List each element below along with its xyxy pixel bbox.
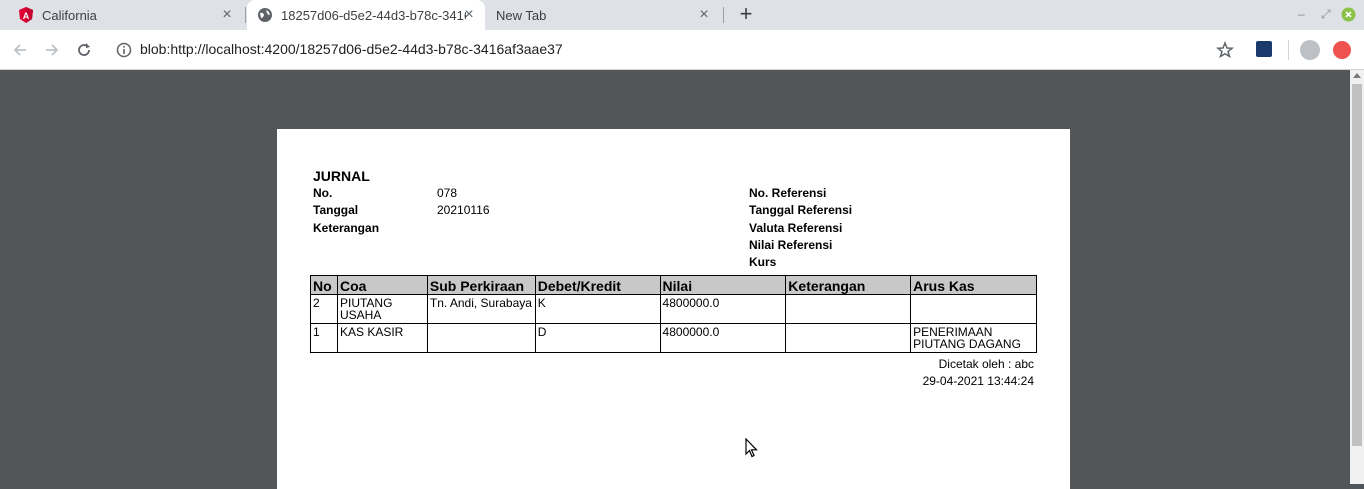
field-label-kurs: Kurs	[749, 255, 777, 269]
browser-chrome: A California × 18257d06-d5e2-44d3-b78c-3…	[0, 0, 1364, 70]
table-cell	[910, 294, 1037, 324]
globe-icon	[257, 7, 273, 23]
extension-record-icon[interactable]	[1333, 41, 1351, 59]
field-value-tanggal: 20210116	[437, 203, 490, 217]
tab-title: New Tab	[496, 7, 547, 23]
journal-table: No Coa Sub Perkiraan Debet/Kredit Nilai …	[310, 275, 1037, 353]
field-label-tanggal-referensi: Tanggal Referensi	[749, 203, 853, 217]
column-header: Coa	[336, 275, 428, 295]
minimize-icon[interactable]: –	[1298, 7, 1305, 23]
profile-avatar-icon[interactable]	[1300, 40, 1320, 60]
column-header: Nilai	[659, 275, 787, 295]
field-label-tanggal: Tanggal	[313, 203, 359, 217]
toolbar-divider	[1288, 40, 1289, 60]
restore-icon[interactable]: ⤢	[1321, 7, 1331, 23]
column-header: Sub Perkiraan	[426, 275, 536, 295]
new-tab-icon[interactable]: +	[735, 3, 757, 26]
document-page: JURNAL No. 078 Tanggal 20210116 Keterang…	[277, 129, 1070, 489]
tab-title: 18257d06-d5e2-44d3-b78c-3416af3aae37	[281, 7, 466, 23]
table-cell: 1	[310, 323, 338, 353]
tab-new-tab[interactable]: New Tab ×	[486, 0, 722, 30]
close-window-icon[interactable]	[1341, 7, 1356, 23]
angular-icon: A	[18, 7, 34, 23]
tab-california[interactable]: A California ×	[0, 0, 245, 30]
close-tab-icon[interactable]: ×	[696, 7, 712, 23]
column-header: Arus Kas	[910, 275, 1037, 295]
tab-title: California	[42, 7, 97, 23]
vertical-scrollbar[interactable]	[1350, 70, 1364, 484]
printed-by: Dicetak oleh : abc	[938, 357, 1034, 371]
document-title: JURNAL	[313, 168, 370, 184]
close-tab-icon[interactable]: ×	[461, 7, 477, 23]
table-cell: 2	[310, 294, 338, 324]
info-icon[interactable]	[116, 42, 132, 58]
table-cell: 4800000.0	[659, 323, 787, 353]
bookmark-star-icon[interactable]	[1215, 40, 1235, 60]
table-cell: Tn. Andi, Surabaya	[426, 294, 536, 324]
table-cell	[426, 323, 536, 353]
table-cell: K	[534, 294, 661, 324]
field-label-valuta-referensi: Valuta Referensi	[749, 221, 843, 235]
close-tab-icon[interactable]: ×	[219, 7, 235, 23]
column-header: Debet/Kredit	[534, 275, 661, 295]
table-cell: PIUTANG USAHA	[336, 294, 428, 324]
tab-strip: A California × 18257d06-d5e2-44d3-b78c-3…	[0, 0, 1364, 30]
tab-separator	[723, 7, 724, 23]
tab-blob-document[interactable]: 18257d06-d5e2-44d3-b78c-3416af3aae37 ×	[247, 0, 485, 30]
table-cell: KAS KASIR	[336, 323, 428, 353]
table-header-row: No Coa Sub Perkiraan Debet/Kredit Nilai …	[310, 275, 1037, 295]
scrollbar-thumb[interactable]	[1352, 84, 1362, 446]
table-cell: 4800000.0	[659, 294, 787, 324]
address-bar[interactable]: blob:http://localhost:4200/18257d06-d5e2…	[140, 41, 563, 57]
column-header: No	[310, 275, 338, 295]
toolbar: blob:http://localhost:4200/18257d06-d5e2…	[0, 30, 1364, 70]
table-cell: PENERIMAAN PIUTANG DAGANG	[910, 323, 1037, 353]
printed-at: 29-04-2021 13:44:24	[922, 374, 1034, 388]
extension-icon[interactable]	[1256, 41, 1272, 57]
field-value-no: 078	[437, 186, 458, 200]
field-label-no-referensi: No. Referensi	[749, 186, 827, 200]
reload-icon[interactable]	[74, 40, 94, 60]
forward-icon[interactable]	[42, 40, 62, 60]
table-cell	[785, 294, 912, 324]
field-label-no: No.	[313, 186, 333, 200]
document-viewer: JURNAL No. 078 Tanggal 20210116 Keterang…	[0, 70, 1364, 489]
mouse-cursor-icon	[745, 437, 759, 458]
table-row: 2 PIUTANG USAHA Tn. Andi, Surabaya K 480…	[310, 294, 1037, 324]
column-header: Keterangan	[785, 275, 912, 295]
back-icon[interactable]	[10, 40, 30, 60]
table-cell: D	[534, 323, 661, 353]
scroll-up-icon[interactable]	[1353, 73, 1361, 78]
svg-text:A: A	[23, 11, 30, 21]
table-row: 1 KAS KASIR D 4800000.0 PENERIMAAN PIUTA…	[310, 323, 1037, 353]
tab-separator	[245, 7, 246, 23]
field-label-keterangan: Keterangan	[313, 221, 380, 235]
table-cell	[785, 323, 912, 353]
field-label-nilai-referensi: Nilai Referensi	[749, 238, 833, 252]
